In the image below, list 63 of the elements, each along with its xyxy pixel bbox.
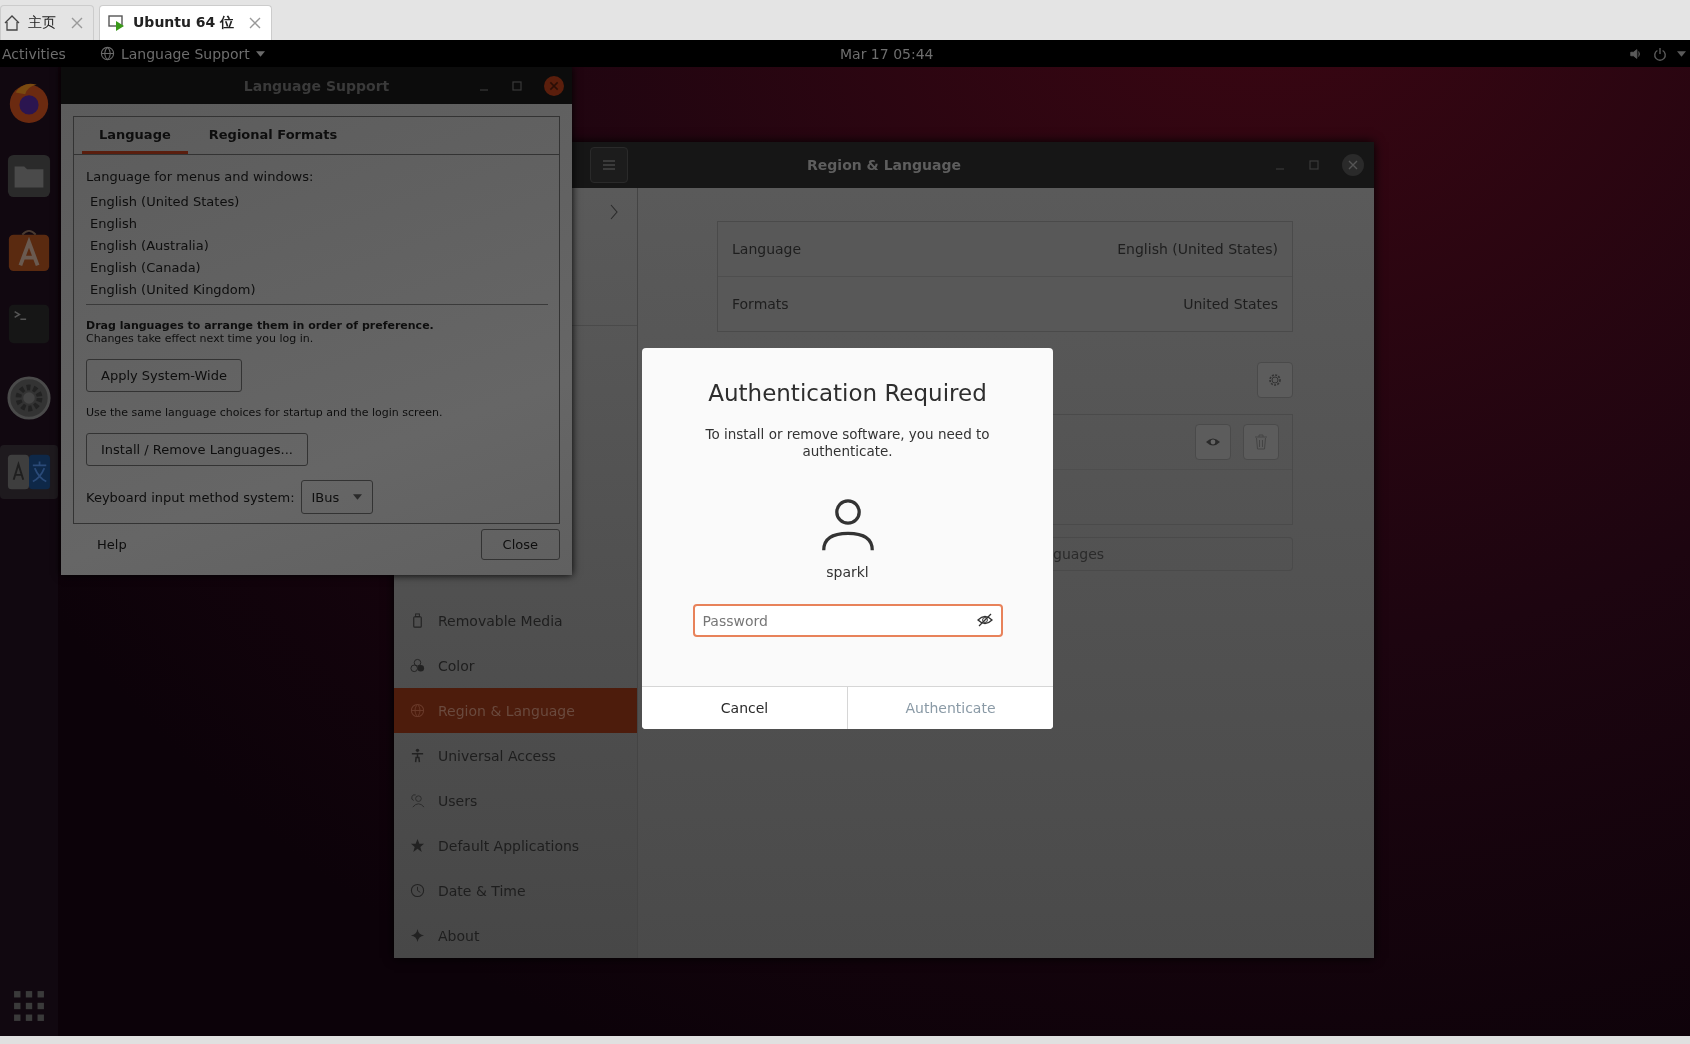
color-circles-icon	[409, 658, 425, 673]
maximize-icon[interactable]	[511, 79, 523, 92]
dialog-title: Authentication Required	[708, 380, 987, 406]
trash-icon	[1253, 434, 1269, 450]
eye-slash-icon[interactable]	[976, 612, 993, 628]
remove-button[interactable]	[1243, 424, 1279, 460]
help-button[interactable]: Help	[97, 537, 127, 552]
list-label: Language for menus and windows:	[86, 169, 314, 184]
vm-tab[interactable]: 主页	[0, 5, 94, 40]
globe-icon	[409, 703, 425, 718]
close-icon[interactable]	[71, 17, 83, 29]
user-name: sparkl	[826, 564, 869, 580]
maximize-icon[interactable]	[1308, 159, 1320, 171]
vm-tab[interactable]: Ubuntu 64 位	[99, 5, 273, 40]
dialog-message: To install or remove software, you need to authenticate.	[704, 426, 991, 460]
language-item[interactable]: English (United Kingdom)	[90, 279, 544, 301]
apply-button[interactable]: Apply System-Wide	[86, 359, 242, 392]
power-icon[interactable]	[1653, 46, 1667, 61]
settings-button[interactable]	[1257, 362, 1293, 398]
gear-icon[interactable]	[6, 375, 52, 421]
users-icon	[409, 793, 425, 808]
language-item[interactable]: English	[90, 213, 544, 235]
close-icon[interactable]	[544, 75, 564, 96]
caret-icon	[353, 494, 363, 500]
settings-row[interactable]: Language English (United States)	[718, 222, 1292, 276]
close-icon[interactable]	[1342, 154, 1364, 176]
home-icon	[3, 14, 21, 32]
tab[interactable]: Language	[82, 117, 188, 154]
globe-icon	[99, 46, 115, 61]
app-grid-icon[interactable]	[13, 990, 45, 1022]
language-item[interactable]: English (Canada)	[90, 257, 544, 279]
caret-icon	[255, 50, 265, 57]
clock-icon	[409, 883, 425, 898]
folder-icon[interactable]	[6, 153, 52, 199]
clock[interactable]: Mar 17 05:44	[840, 45, 934, 62]
sparkle-icon	[409, 928, 425, 943]
vm-console-icon	[108, 14, 126, 32]
caret-icon[interactable]	[1677, 50, 1686, 57]
tab[interactable]: Regional Formats	[191, 117, 355, 154]
language-item[interactable]: English (Australia)	[90, 235, 544, 257]
chevron-icon[interactable]	[610, 204, 618, 220]
software-store-icon[interactable]	[6, 227, 52, 273]
gear-icon	[1267, 372, 1283, 388]
input-method-label: Keyboard input method system:	[86, 489, 295, 505]
language-item[interactable]: English (United States)	[90, 191, 544, 213]
person-icon	[409, 748, 425, 763]
activities-button[interactable]: Activities	[2, 45, 66, 62]
input-method-dropdown[interactable]: IBus	[300, 480, 374, 514]
password-field[interactable]: Password	[692, 604, 1003, 637]
settings-row[interactable]: Formats United States	[718, 276, 1292, 331]
menu-button[interactable]	[590, 147, 628, 183]
hint-text: Use the same language choices for startup and the login screen.	[86, 406, 443, 419]
star-icon	[409, 838, 425, 853]
close-button[interactable]: Close	[480, 529, 560, 560]
app-menu[interactable]: Language Support	[99, 45, 265, 62]
close-icon[interactable]	[249, 17, 262, 29]
hint-text: Drag languages to arrange them in order of preference. Changes take effect next time you log in.	[86, 319, 434, 345]
volume-icon[interactable]	[1629, 46, 1643, 61]
preview-button[interactable]	[1195, 424, 1231, 460]
install-button[interactable]: Install / Remove Languages...	[86, 433, 308, 466]
dialog-button[interactable]: Cancel	[642, 687, 847, 729]
window-title: Region & Language	[807, 157, 961, 173]
menu-icon	[602, 159, 616, 171]
